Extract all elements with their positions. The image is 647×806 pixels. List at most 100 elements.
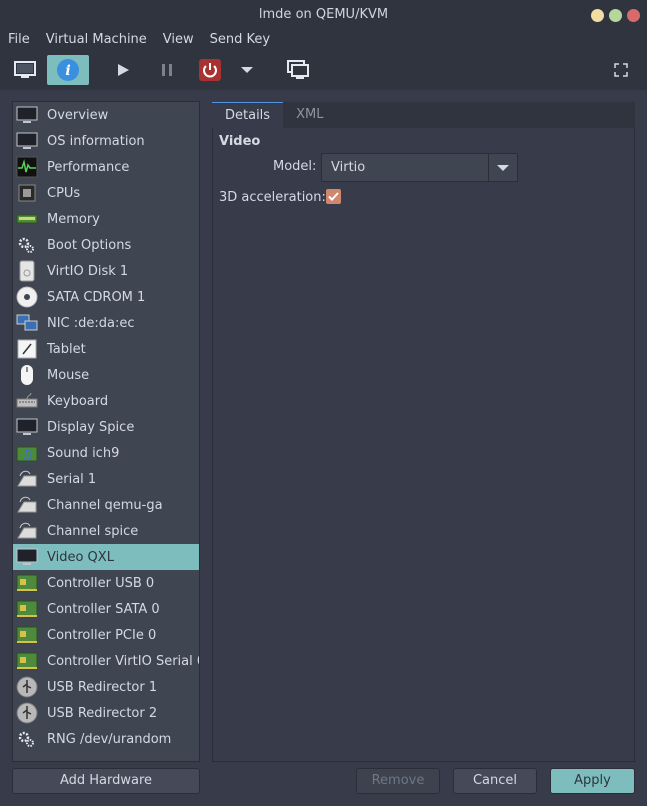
model-select[interactable]: Virtio	[321, 153, 518, 182]
details-button[interactable]: i	[47, 55, 89, 85]
sidebar-item-label: Serial 1	[47, 471, 97, 487]
usb-icon	[16, 676, 38, 698]
sidebar-item-sound-ich9[interactable]: ♫ Sound ich9	[13, 440, 199, 466]
serial-icon	[16, 468, 38, 490]
keyboard-icon	[16, 390, 38, 412]
cancel-button[interactable]: Cancel	[453, 768, 537, 794]
sidebar-item-tablet[interactable]: Tablet	[13, 336, 199, 362]
accel-checkbox[interactable]	[326, 189, 341, 204]
sidebar-item-overview[interactable]: Overview	[13, 102, 199, 128]
cpu-icon	[16, 182, 38, 204]
sidebar-item-controller-usb-0[interactable]: Controller USB 0	[13, 570, 199, 596]
close-button[interactable]	[627, 9, 640, 22]
memory-icon	[16, 208, 38, 230]
sidebar-item-label: Boot Options	[47, 237, 132, 253]
sidebar-item-performance[interactable]: Performance	[13, 154, 199, 180]
apply-button[interactable]: Apply	[550, 768, 635, 794]
sidebar-item-label: Performance	[47, 159, 130, 175]
sidebar-item-usb-redirector-2[interactable]: USB Redirector 2	[13, 700, 199, 726]
sidebar-item-label: NIC :de:da:ec	[47, 315, 135, 331]
shutdown-menu-button[interactable]	[236, 55, 258, 85]
sidebar-item-label: Keyboard	[47, 393, 109, 409]
run-button[interactable]	[108, 55, 138, 85]
tab-xml[interactable]: XML	[283, 102, 336, 128]
menu-file[interactable]: File	[0, 30, 38, 50]
sidebar-item-label: CPUs	[47, 185, 81, 201]
sidebar-item-memory[interactable]: Memory	[13, 206, 199, 232]
sidebar-item-label: Video QXL	[47, 549, 114, 565]
snapshots-button[interactable]	[282, 55, 314, 85]
serial-icon	[16, 520, 38, 542]
window-controls	[591, 9, 640, 22]
sidebar-item-label: Controller VirtIO Serial 0	[47, 653, 200, 669]
menu-send-key[interactable]: Send Key	[202, 30, 278, 50]
sidebar-item-label: Controller SATA 0	[47, 601, 160, 617]
sidebar-item-cpus[interactable]: CPUs	[13, 180, 199, 206]
sidebar-item-label: OS information	[47, 133, 145, 149]
sidebar-item-label: Channel spice	[47, 523, 139, 539]
sidebar-item-boot-options[interactable]: Boot Options	[13, 232, 199, 258]
sidebar-item-controller-pcie-0[interactable]: Controller PCIe 0	[13, 622, 199, 648]
monitor-icon	[16, 104, 38, 126]
sidebar-item-usb-redirector-1[interactable]: USB Redirector 1	[13, 674, 199, 700]
sidebar-item-label: Controller PCIe 0	[47, 627, 157, 643]
remove-button[interactable]: Remove	[356, 768, 440, 794]
tab-bar: Details XML	[212, 102, 635, 128]
sidebar-item-keyboard[interactable]: Keyboard	[13, 388, 199, 414]
monitor-icon	[16, 416, 38, 438]
disk-icon	[16, 260, 38, 282]
gears-icon	[16, 728, 38, 750]
sidebar-item-os-information[interactable]: OS information	[13, 128, 199, 154]
monitor-icon	[16, 546, 38, 568]
sidebar-item-controller-sata-0[interactable]: Controller SATA 0	[13, 596, 199, 622]
menu-virtual-machine[interactable]: Virtual Machine	[38, 30, 155, 50]
pause-button[interactable]	[152, 55, 182, 85]
sidebar-item-serial-1[interactable]: Serial 1	[13, 466, 199, 492]
menu-view[interactable]: View	[155, 30, 202, 50]
sidebar-item-label: USB Redirector 2	[47, 705, 158, 721]
sidebar-item-label: Tablet	[47, 341, 86, 357]
controller-icon	[16, 624, 38, 646]
fullscreen-button[interactable]	[608, 55, 634, 85]
tab-details[interactable]: Details	[212, 102, 284, 128]
section-title: Video	[219, 134, 261, 149]
sidebar-item-video-qxl[interactable]: Video QXL	[13, 544, 199, 570]
sidebar-item-label: USB Redirector 1	[47, 679, 158, 695]
sidebar-item-label: Mouse	[47, 367, 90, 383]
menu-bar: File Virtual Machine View Send Key	[0, 30, 647, 50]
sidebar-item-display-spice[interactable]: Display Spice	[13, 414, 199, 440]
dropdown-icon	[241, 67, 253, 73]
controller-icon	[16, 598, 38, 620]
chevron-down-icon[interactable]	[488, 154, 517, 181]
sound-icon: ♫	[16, 442, 38, 464]
svg-text:♫: ♫	[21, 448, 33, 463]
sidebar-item-channel-qemu-ga[interactable]: Channel qemu-ga	[13, 492, 199, 518]
sidebar-item-rng[interactable]: RNG /dev/urandom	[13, 726, 199, 752]
sidebar-item-label: RNG /dev/urandom	[47, 731, 172, 747]
cdrom-icon	[16, 286, 38, 308]
sidebar-item-controller-virtio-serial-0[interactable]: Controller VirtIO Serial 0	[13, 648, 199, 674]
sidebar-item-virtio-disk-1[interactable]: VirtIO Disk 1	[13, 258, 199, 284]
sidebar-item-label: Sound ich9	[47, 445, 120, 461]
fullscreen-icon	[614, 63, 628, 77]
play-icon	[118, 64, 129, 76]
nic-icon	[16, 312, 38, 334]
sidebar-item-label: Overview	[47, 107, 109, 123]
model-value: Virtio	[331, 160, 366, 175]
add-hardware-button[interactable]: Add Hardware	[12, 768, 200, 794]
shutdown-button[interactable]	[196, 55, 224, 85]
maximize-button[interactable]	[609, 9, 622, 22]
sidebar-item-label: VirtIO Disk 1	[47, 263, 129, 279]
console-button[interactable]	[8, 55, 42, 85]
controller-icon	[16, 572, 38, 594]
minimize-button[interactable]	[591, 9, 604, 22]
sidebar-item-nic[interactable]: NIC :de:da:ec	[13, 310, 199, 336]
sidebar-item-sata-cdrom-1[interactable]: SATA CDROM 1	[13, 284, 199, 310]
sidebar-item-label: Display Spice	[47, 419, 135, 435]
svg-text:i: i	[65, 63, 70, 79]
performance-icon	[16, 156, 38, 178]
sidebar-item-channel-spice[interactable]: Channel spice	[13, 518, 199, 544]
controller-icon	[16, 650, 38, 672]
sidebar-item-mouse[interactable]: Mouse	[13, 362, 199, 388]
sidebar-item-label: Memory	[47, 211, 100, 227]
